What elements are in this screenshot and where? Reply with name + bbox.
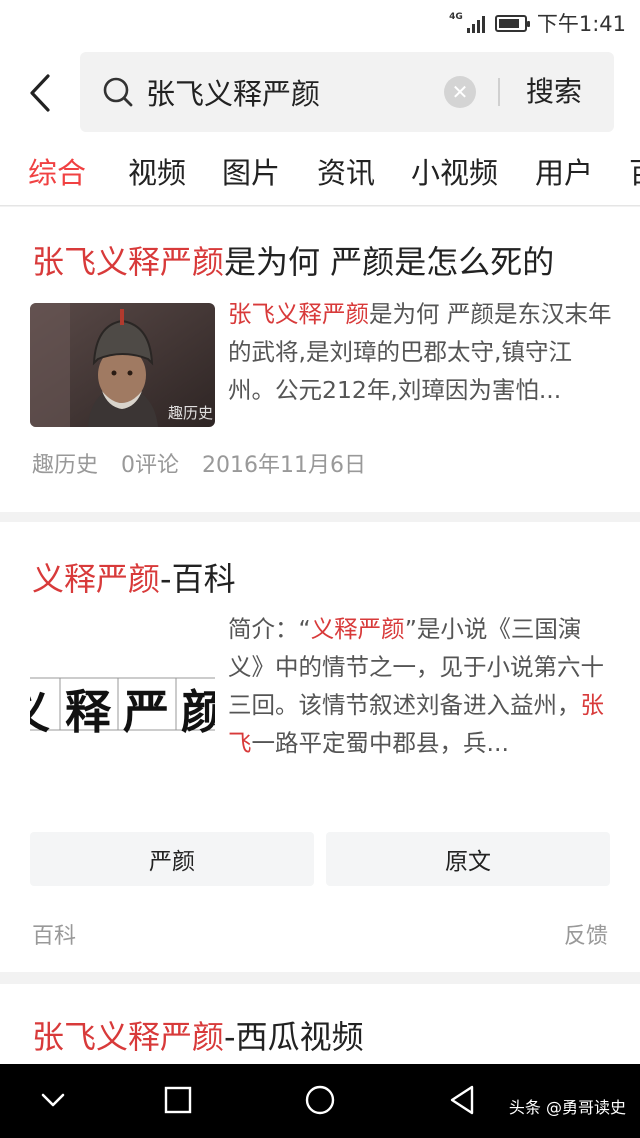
watermark: 头条 @勇哥读史 [508, 1098, 626, 1117]
result-title[interactable]: 张飞义释严颜-西瓜视频 [32, 1012, 364, 1058]
result-snippet: 张飞义释严颜是为何 严颜是东汉末年的武将,是刘璋的巴郡太守,镇守江州。公元212… [228, 300, 612, 404]
result-source: 百科 [32, 924, 77, 949]
result-title[interactable]: 张飞义释严颜是为何 严颜是怎么死的 [32, 237, 554, 283]
result-title[interactable]: 义释严颜-百科 [32, 554, 236, 600]
clear-icon[interactable]: ✕ [444, 76, 476, 108]
feedback-link[interactable]: 反馈 [564, 918, 608, 950]
search-input[interactable] [146, 70, 436, 114]
result-comments: 0评论 [121, 453, 180, 478]
tab-video[interactable]: 视频 [128, 150, 186, 192]
baike-snippet: 简介：“义释严颜”是小说《三国演义》中的情节之一，见于小说第六十三回。该情节叙述… [228, 615, 604, 757]
baike-card[interactable]: 义释严颜-百科 义 释 严 颜 简介：“义释严颜”是小说《三国演义》中的情节之一… [0, 522, 640, 972]
chevron-down-icon[interactable] [40, 1090, 66, 1110]
status-bar: 4G 下午1:41 [0, 0, 640, 44]
result-card[interactable]: 张飞义释严颜-西瓜视频 [0, 984, 640, 1064]
search-icon [103, 77, 133, 107]
calligraphy-char: 义 [30, 676, 50, 736]
original-text-button[interactable]: 原文 [326, 832, 610, 886]
calligraphy-char: 严 [123, 685, 169, 736]
search-header: ✕ 搜索 [0, 44, 640, 142]
thumbnail-watermark: 趣历史 [167, 404, 213, 422]
calligraphy-image[interactable]: 义 释 严 颜 [30, 672, 215, 736]
status-icons: 4G 下午1:41 [449, 8, 626, 38]
tab-short-video[interactable]: 小视频 [411, 150, 498, 192]
calligraphy-char: 颜 [181, 685, 215, 736]
network-type: 4G [449, 12, 463, 22]
back-triangle-icon[interactable] [448, 1084, 476, 1116]
battery-icon [494, 14, 530, 32]
signal-icon: 4G [449, 13, 485, 33]
status-time: 下午1:41 [536, 12, 626, 36]
result-card[interactable]: 张飞义释严颜是为何 严颜是怎么死的 趣历史 张飞义释严颜是为何 严颜是东汉末年的… [0, 207, 640, 512]
baike-link-button[interactable]: 严颜 [30, 832, 314, 886]
result-date: 2016年11月6日 [202, 453, 366, 478]
chevron-left-icon [30, 74, 50, 112]
tab-baike[interactable]: 百 [629, 150, 640, 192]
search-results-page: 4G 下午1:41 ✕ 搜索 综合 视频 [0, 0, 640, 1138]
recent-apps-icon[interactable] [164, 1086, 192, 1114]
search-box[interactable]: ✕ 搜索 [80, 52, 614, 132]
tab-users[interactable]: 用户 [535, 150, 593, 192]
calligraphy-char: 释 [65, 685, 111, 736]
tab-comprehensive[interactable]: 综合 [28, 150, 86, 192]
tab-images[interactable]: 图片 [222, 150, 280, 192]
back-button[interactable] [22, 70, 62, 116]
tab-news[interactable]: 资讯 [317, 150, 375, 192]
search-divider [498, 78, 500, 106]
result-thumbnail[interactable]: 趣历史 [30, 303, 215, 427]
category-tabs: 综合 视频 图片 资讯 小视频 用户 百 [0, 142, 640, 206]
result-meta: 趣历史 0评论 2016年11月6日 [32, 447, 382, 479]
home-icon[interactable] [304, 1084, 336, 1116]
result-source: 趣历史 [32, 453, 99, 478]
search-submit-button[interactable]: 搜索 [526, 70, 582, 110]
